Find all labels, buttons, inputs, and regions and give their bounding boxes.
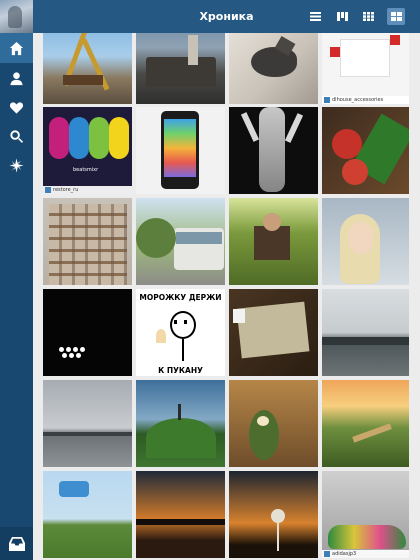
meme-bottom-text: К ПУКАНУ ПРИЛОЖИ <box>157 366 203 376</box>
compass-icon <box>9 157 24 173</box>
photo-owner-label: adidasjp3 <box>322 550 409 558</box>
photo-tile[interactable]: beatsmixr restore_ru <box>43 107 132 194</box>
photo-tile[interactable] <box>229 471 318 558</box>
heart-icon <box>9 101 24 114</box>
photo-tile[interactable] <box>322 198 409 285</box>
nav-profile[interactable] <box>0 63 33 93</box>
home-icon <box>9 41 24 55</box>
columns-view-icon <box>336 12 348 21</box>
beats-caption: beatsmixr <box>73 167 99 173</box>
photo-tile[interactable] <box>136 471 225 558</box>
photo-tile[interactable] <box>43 289 132 376</box>
photo-tile[interactable] <box>322 107 409 194</box>
grid-small-view-icon <box>362 12 374 21</box>
inbox-button[interactable] <box>0 527 33 560</box>
photo-tile[interactable] <box>136 33 225 104</box>
photo-tile[interactable] <box>136 198 225 285</box>
photo-tile[interactable] <box>136 107 225 194</box>
list-view-icon <box>309 12 321 21</box>
photo-tile[interactable]: dlhouse_accessories <box>322 33 409 104</box>
sidebar <box>0 0 33 560</box>
photo-tile[interactable] <box>43 471 132 558</box>
photo-owner-label: restore_ru <box>43 186 132 194</box>
list-view-button[interactable] <box>306 8 324 25</box>
meme-tile[interactable]: МОРОЖКУ ДЕРЖИ К ПУКАНУ ПРИЛОЖИ <box>136 289 225 376</box>
columns-view-button[interactable] <box>333 8 351 25</box>
nav-search[interactable] <box>0 121 33 151</box>
photo-tile[interactable] <box>322 289 409 376</box>
app-window: Хроника dlhouse_accessories beatsmixr re… <box>0 0 420 560</box>
photo-tile[interactable] <box>229 380 318 467</box>
inbox-icon <box>8 536 25 551</box>
photo-tile[interactable] <box>43 198 132 285</box>
nav-home[interactable] <box>0 33 33 63</box>
photo-tile[interactable] <box>229 107 318 194</box>
meme-top-text: МОРОЖКУ ДЕРЖИ <box>139 293 222 302</box>
photo-tile[interactable] <box>229 289 318 376</box>
photo-tile[interactable] <box>322 380 409 467</box>
photo-tile[interactable]: adidasjp3 <box>322 471 409 558</box>
avatar[interactable] <box>0 0 33 33</box>
photo-tile[interactable] <box>43 33 132 104</box>
photo-owner-label: dlhouse_accessories <box>322 96 409 104</box>
nav-explore[interactable] <box>0 150 33 180</box>
grid-large-view-button[interactable] <box>387 8 405 25</box>
search-icon <box>10 129 24 143</box>
photo-tile[interactable] <box>229 198 318 285</box>
nav-likes[interactable] <box>0 92 33 122</box>
photo-grid: dlhouse_accessories beatsmixr restore_ru <box>43 33 409 560</box>
photo-tile[interactable] <box>136 380 225 467</box>
photo-tile[interactable] <box>229 33 318 104</box>
photo-tile[interactable] <box>43 380 132 467</box>
header-bar: Хроника <box>33 0 420 33</box>
profile-icon <box>10 71 23 85</box>
grid-small-view-button[interactable] <box>359 8 377 25</box>
grid-large-view-icon <box>390 12 402 21</box>
